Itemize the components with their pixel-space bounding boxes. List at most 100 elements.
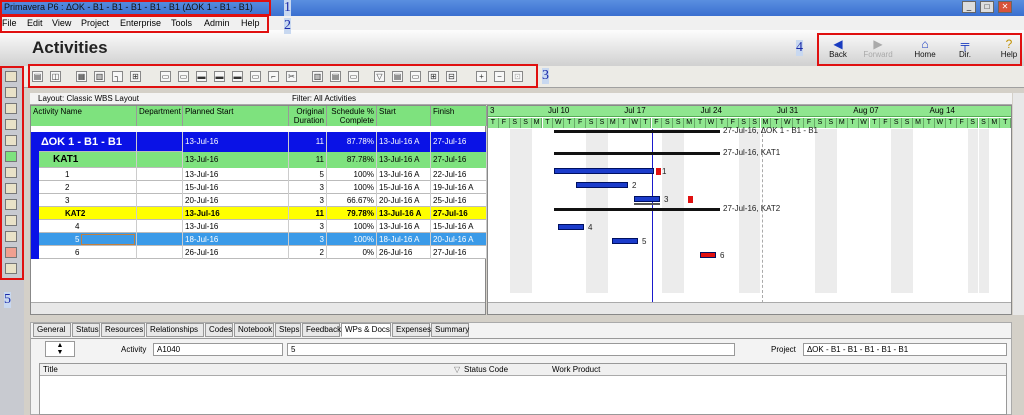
menu-project[interactable]: Project bbox=[81, 18, 109, 28]
projects-icon[interactable] bbox=[5, 71, 17, 82]
columns-icon[interactable]: ▥ bbox=[312, 71, 323, 82]
tab-summary[interactable]: Summary bbox=[431, 323, 469, 337]
tab-steps[interactable]: Steps bbox=[275, 323, 301, 337]
activities-icon[interactable] bbox=[5, 151, 17, 162]
back-button[interactable]: ◀ Back bbox=[820, 38, 856, 59]
tab-wps-docs[interactable]: WPs & Docs bbox=[341, 323, 391, 337]
table-icon[interactable]: ▦ bbox=[76, 71, 87, 82]
network-icon[interactable]: ┐ bbox=[112, 71, 123, 82]
layout-2-icon[interactable]: ▭ bbox=[178, 71, 189, 82]
col-work-product[interactable]: Work Product bbox=[552, 365, 600, 374]
tab-expenses[interactable]: Expenses bbox=[392, 323, 431, 337]
zoom-fit-icon[interactable]: ⊡ bbox=[512, 71, 523, 82]
table-cell-schedule: 100% bbox=[327, 168, 377, 181]
reports-icon[interactable] bbox=[5, 103, 17, 114]
dir-button[interactable]: ╤ Dir. bbox=[947, 38, 983, 59]
menu-tools[interactable]: Tools bbox=[171, 18, 192, 28]
col-start[interactable]: Start bbox=[377, 106, 431, 126]
link-icon[interactable]: ⌐ bbox=[268, 71, 279, 82]
group-sort-icon[interactable]: ▤ bbox=[330, 71, 341, 82]
gantt-day-cell: S bbox=[509, 118, 521, 128]
minimize-button[interactable]: _ bbox=[962, 1, 976, 13]
menu-admin[interactable]: Admin bbox=[204, 18, 230, 28]
table-row[interactable]: 4 13-Jul-16 3 100% 13-Jul-16 A 15-Jul-16 A bbox=[31, 220, 487, 233]
expand-icon[interactable]: ⊞ bbox=[428, 71, 439, 82]
bars-icon[interactable]: ▭ bbox=[348, 71, 359, 82]
assignments-icon[interactable] bbox=[5, 167, 17, 178]
tab-relationships[interactable]: Relationships bbox=[146, 323, 204, 337]
menu-view[interactable]: View bbox=[52, 18, 71, 28]
resources-icon[interactable] bbox=[5, 87, 17, 98]
tab-codes[interactable]: Codes bbox=[205, 323, 233, 337]
zoom-in-icon[interactable]: + bbox=[476, 71, 487, 82]
thresholds-icon[interactable] bbox=[5, 215, 17, 226]
home-button[interactable]: ⌂ Home bbox=[907, 38, 943, 59]
wbs-icon[interactable] bbox=[5, 135, 17, 146]
tab-resources[interactable]: Resources bbox=[101, 323, 145, 337]
collapse-icon[interactable]: ▭ bbox=[410, 71, 421, 82]
menu-enterprise[interactable]: Enterprise bbox=[120, 18, 161, 28]
table-row[interactable]: KAT1 13-Jul-16 11 87.78% 13-Jul-16 A 27-Jul-1… bbox=[31, 152, 487, 168]
table-hscrollbar[interactable] bbox=[31, 302, 485, 314]
expenses-icon[interactable] bbox=[5, 199, 17, 210]
menu-help[interactable]: Help bbox=[241, 18, 260, 28]
col-finish[interactable]: Finish bbox=[431, 106, 487, 126]
col-status-code[interactable]: Status Code bbox=[464, 365, 508, 374]
table-row[interactable]: ΔΟΚ 1 - B1 - B1 13-Jul-16 11 87.78% 13-Jul-1… bbox=[31, 132, 487, 152]
table-row[interactable]: 6 26-Jul-16 2 0% 26-Jul-16 27-Jul-16 bbox=[31, 246, 487, 259]
issues-icon[interactable] bbox=[5, 231, 17, 242]
tab-feedback[interactable]: Feedback bbox=[302, 323, 341, 337]
tab-general[interactable]: General bbox=[33, 323, 71, 337]
table-row[interactable]: 3 20-Jul-16 3 66.67% 20-Jul-16 A 25-Jul-16 bbox=[31, 194, 487, 207]
layout-3-icon[interactable]: ▬ bbox=[196, 71, 207, 82]
gantt-icon[interactable]: ▥ bbox=[94, 71, 105, 82]
col-original-duration[interactable]: Original Duration bbox=[289, 106, 327, 126]
forward-button[interactable]: ▶ Forward bbox=[860, 38, 896, 59]
activity-id-field[interactable]: A1040 bbox=[153, 343, 283, 356]
project-field[interactable]: ΔΟΚ - B1 - B1 - B1 - B1 - B1 bbox=[803, 343, 1007, 356]
filter-icon[interactable]: ▽ bbox=[374, 71, 385, 82]
filter-indicator-icon: ▽ bbox=[454, 365, 461, 374]
table-cell-schedule: 100% bbox=[327, 233, 377, 246]
menu-file[interactable]: File bbox=[2, 18, 17, 28]
maximize-button[interactable]: □ bbox=[980, 1, 994, 13]
print-preview-icon[interactable]: ◫ bbox=[50, 71, 61, 82]
risks-icon[interactable] bbox=[5, 247, 17, 258]
tab-notebook[interactable]: Notebook bbox=[234, 323, 274, 337]
wbs-structure-icon[interactable]: ⊟ bbox=[446, 71, 457, 82]
gantt-hscrollbar[interactable] bbox=[488, 302, 1011, 314]
menu-edit[interactable]: Edit bbox=[27, 18, 43, 28]
col-title[interactable]: Title bbox=[43, 365, 58, 374]
table-row[interactable]: KAT2 13-Jul-16 11 79.78% 13-Jul-16 A 27-Jul-1… bbox=[31, 207, 487, 220]
scissors-icon[interactable]: ✂ bbox=[286, 71, 297, 82]
gantt-day-cell: M bbox=[989, 118, 1001, 128]
close-button[interactable]: ✕ bbox=[998, 1, 1012, 13]
gantt-body: 3 Jul 10 Jul 17 Jul 24 Jul 31 Aug 07 Aug 14 T F S… bbox=[488, 106, 1011, 314]
col-activity-name[interactable]: Activity Name bbox=[31, 106, 137, 126]
col-schedule-complete[interactable]: Schedule % Complete bbox=[327, 106, 377, 126]
filter-options-icon[interactable]: ▤ bbox=[392, 71, 403, 82]
trace-icon[interactable]: ⊞ bbox=[130, 71, 141, 82]
table-row[interactable]: 5 18-Jul-16 3 100% 18-Jul-16 A 20-Jul-16 A bbox=[31, 233, 487, 246]
layout-5-icon[interactable]: ▬ bbox=[232, 71, 243, 82]
table-row[interactable]: 2 15-Jul-16 3 100% 15-Jul-16 A 19-Jul-16 A bbox=[31, 181, 487, 194]
tab-status[interactable]: Status bbox=[72, 323, 100, 337]
layout-4-icon[interactable]: ▬ bbox=[214, 71, 225, 82]
layout-6-icon[interactable]: ▭ bbox=[250, 71, 261, 82]
annotation-number-2: 2 bbox=[284, 18, 291, 34]
exit-icon[interactable] bbox=[5, 263, 17, 274]
table-cell-schedule: 100% bbox=[327, 181, 377, 194]
col-planned-start[interactable]: Planned Start bbox=[183, 106, 289, 126]
layout-1-icon[interactable]: ▭ bbox=[160, 71, 171, 82]
activity-name-field[interactable]: 5 bbox=[287, 343, 735, 356]
activity-navigator[interactable]: ▲ ▼ bbox=[45, 341, 75, 357]
col-department[interactable]: Department bbox=[137, 106, 183, 126]
table-row[interactable]: 1 13-Jul-16 5 100% 13-Jul-16 A 22-Jul-16 bbox=[31, 168, 487, 181]
table-cell-name: KAT2 bbox=[31, 207, 137, 220]
tracking-icon[interactable] bbox=[5, 119, 17, 130]
layout-dropdown[interactable]: Layout: Classic WBS Layout bbox=[38, 94, 139, 103]
help-button[interactable]: ? Help bbox=[995, 38, 1023, 59]
wps-docs-icon[interactable] bbox=[5, 183, 17, 194]
print-icon[interactable]: ▤ bbox=[32, 71, 43, 82]
zoom-out-icon[interactable]: − bbox=[494, 71, 505, 82]
